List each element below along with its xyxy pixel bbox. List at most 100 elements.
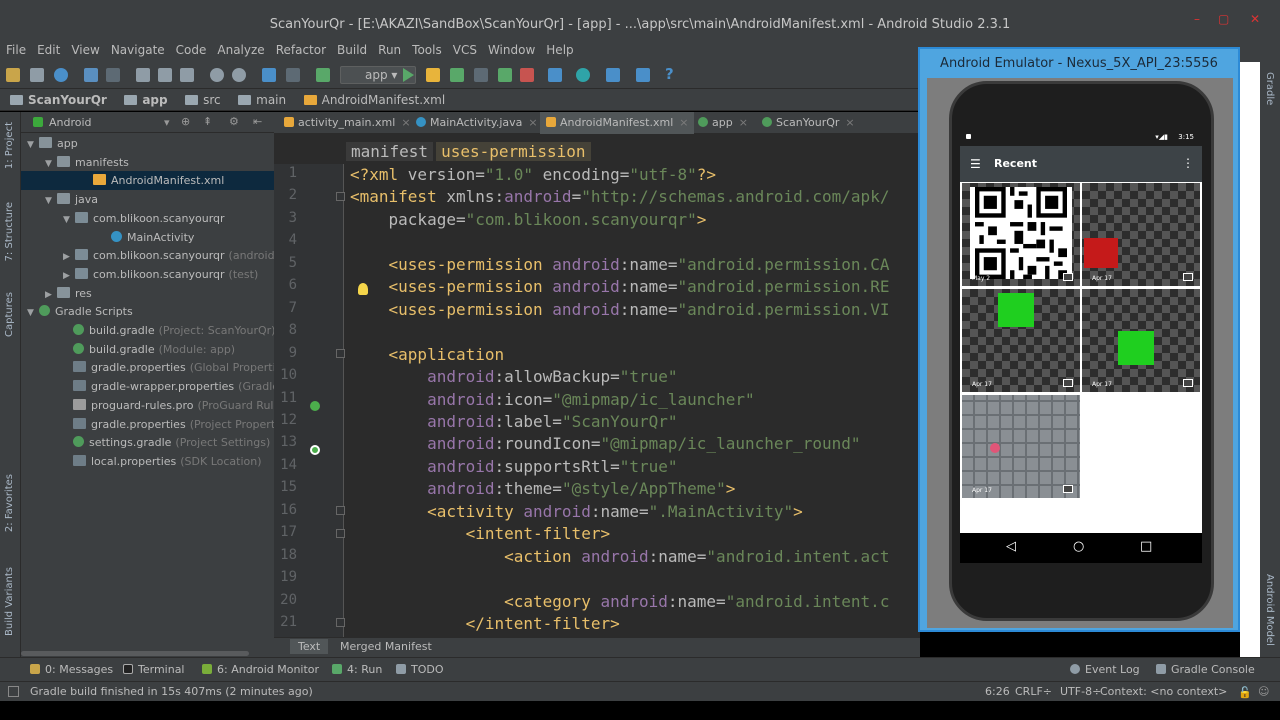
code-line[interactable]: <intent-filter> bbox=[350, 523, 611, 545]
thumbnail-red[interactable]: Apr 17 bbox=[1082, 183, 1200, 286]
breadcrumb-app[interactable]: app bbox=[114, 89, 171, 107]
thumbnail-green-1[interactable]: Apr 17 bbox=[962, 289, 1080, 392]
code-line[interactable]: <manifest xmlns:android="http://schemas.… bbox=[350, 186, 889, 208]
paste-icon[interactable] bbox=[180, 68, 194, 82]
code-line[interactable]: <activity android:name=".MainActivity"> bbox=[350, 501, 803, 523]
code-line[interactable]: <uses-permission android:name="android.p… bbox=[350, 299, 890, 321]
menu-view[interactable]: View bbox=[65, 40, 104, 57]
menu-refactor[interactable]: Refactor bbox=[270, 40, 331, 57]
xml-crumb-uses-permission[interactable]: uses-permission bbox=[436, 142, 591, 161]
menu-run[interactable]: Run bbox=[372, 40, 406, 57]
home-nav-icon[interactable]: ○ bbox=[1073, 539, 1084, 554]
settings-gear-icon[interactable]: ⚙ bbox=[229, 115, 239, 128]
tree-item[interactable]: ▼ Gradle Scripts bbox=[21, 302, 137, 321]
close-tab-icon[interactable]: × bbox=[679, 116, 688, 129]
sync-gradle-icon[interactable] bbox=[576, 68, 590, 82]
scrollbar-thumb[interactable] bbox=[21, 651, 249, 656]
tree-item[interactable]: ▼ manifests bbox=[21, 153, 133, 172]
phone-screen[interactable]: ▾◢▮ 3:15 ☰ Recent ⋮ May 2 Apr 17 Apr 17 … bbox=[960, 130, 1202, 563]
tool-event-log[interactable]: Event Log bbox=[1070, 663, 1140, 676]
code-line[interactable]: <?xml version="1.0" encoding="utf-8"?> bbox=[350, 164, 716, 186]
close-tab-icon[interactable]: × bbox=[845, 116, 854, 129]
run-icon[interactable] bbox=[403, 68, 414, 82]
code-line[interactable]: <uses-permission android:name="android.p… bbox=[350, 254, 890, 276]
stop-icon[interactable] bbox=[520, 68, 534, 82]
menu-code[interactable]: Code bbox=[170, 40, 212, 57]
menu-window[interactable]: Window bbox=[482, 40, 540, 57]
close-tab-icon[interactable]: × bbox=[739, 116, 748, 129]
code-line[interactable]: </intent-filter> bbox=[350, 613, 620, 635]
back-nav-icon[interactable]: ◁ bbox=[1006, 539, 1016, 554]
tool-tab-captures[interactable]: Captures bbox=[4, 292, 15, 337]
tool-tab-favorites[interactable]: 2: Favorites bbox=[4, 474, 15, 532]
tab-merged-manifest[interactable]: Merged Manifest bbox=[340, 640, 432, 653]
code-line[interactable]: <category android:name="android.intent.c bbox=[350, 591, 889, 613]
tool-android-monitor[interactable]: 6: Android Monitor bbox=[202, 663, 319, 676]
launcher-icon[interactable] bbox=[310, 401, 320, 411]
project-structure-icon[interactable] bbox=[606, 68, 620, 82]
help-icon[interactable]: ? bbox=[665, 65, 674, 83]
find-icon[interactable] bbox=[210, 68, 224, 82]
tool-tab-gradle[interactable]: Gradle bbox=[1264, 72, 1275, 105]
hamburger-menu-icon[interactable]: ☰ bbox=[970, 157, 981, 171]
replace-icon[interactable] bbox=[232, 68, 246, 82]
tab-mainactivity[interactable]: MainActivity.java × bbox=[410, 112, 544, 134]
sync-scroll-icon[interactable]: ⊕ bbox=[181, 115, 190, 128]
breadcrumb-project[interactable]: ScanYourQr bbox=[0, 89, 111, 107]
tab-androidmanifest[interactable]: AndroidManifest.xml × bbox=[540, 112, 695, 134]
make-project-icon[interactable] bbox=[316, 68, 330, 82]
code-line[interactable]: android:supportsRtl="true" bbox=[350, 456, 677, 478]
code-line[interactable]: android:roundIcon="@mipmap/ic_launcher_r… bbox=[350, 433, 861, 455]
menu-analyze[interactable]: Analyze bbox=[211, 40, 269, 57]
sdk-manager-icon[interactable] bbox=[636, 68, 650, 82]
view-dropdown-icon[interactable]: ▾ bbox=[164, 116, 170, 129]
apply-changes-icon[interactable] bbox=[426, 68, 440, 82]
project-view-selector[interactable]: Android bbox=[49, 116, 92, 129]
inspector-icon[interactable]: ☺ bbox=[1258, 685, 1269, 698]
tree-item[interactable]: build.gradle (Project: ScanYourQr) bbox=[21, 321, 275, 340]
code-line[interactable]: <application bbox=[350, 344, 505, 366]
save-icon[interactable] bbox=[30, 68, 44, 82]
lock-icon[interactable]: 🔓 bbox=[1238, 686, 1252, 699]
fold-marker-icon[interactable] bbox=[336, 192, 345, 201]
menu-file[interactable]: File bbox=[0, 40, 31, 57]
minimize-button[interactable]: – bbox=[1194, 12, 1200, 26]
line-separator[interactable]: CRLF÷ bbox=[1015, 685, 1052, 698]
tab-text[interactable]: Text bbox=[290, 639, 329, 654]
breadcrumb-src[interactable]: src bbox=[175, 89, 225, 107]
file-encoding[interactable]: UTF-8÷ bbox=[1060, 685, 1101, 698]
thumbnail-keyboard[interactable]: Apr 17 bbox=[962, 395, 1080, 498]
close-button[interactable]: ✕ bbox=[1250, 12, 1260, 26]
undo-icon[interactable] bbox=[84, 68, 98, 82]
fold-marker-icon[interactable] bbox=[336, 618, 345, 627]
code-line[interactable]: <action android:name="android.intent.act bbox=[350, 546, 889, 568]
code-line[interactable]: package="com.blikoon.scanyourqr"> bbox=[350, 209, 707, 231]
tool-gradle-console[interactable]: Gradle Console bbox=[1156, 663, 1255, 676]
fold-marker-icon[interactable] bbox=[336, 349, 345, 358]
menu-edit[interactable]: Edit bbox=[31, 40, 65, 57]
avd-manager-icon[interactable] bbox=[548, 68, 562, 82]
code-line[interactable]: <uses-permission android:name="android.p… bbox=[350, 276, 890, 298]
redo-icon[interactable] bbox=[106, 68, 120, 82]
tab-scanyourqr[interactable]: ScanYourQr × bbox=[756, 112, 861, 134]
tree-item[interactable]: ▼ app bbox=[21, 134, 82, 153]
tree-item[interactable]: ▶ res bbox=[21, 284, 96, 303]
code-line[interactable]: android:theme="@style/AppTheme"> bbox=[350, 478, 735, 500]
tool-tab-build-variants[interactable]: Build Variants bbox=[4, 567, 15, 636]
code-line[interactable]: android:icon="@mipmap/ic_launcher" bbox=[350, 389, 755, 411]
menu-help[interactable]: Help bbox=[540, 40, 578, 57]
project-horizontal-scrollbar[interactable] bbox=[21, 649, 274, 657]
tree-item[interactable]: ▼ java bbox=[21, 190, 102, 209]
tree-item[interactable]: gradle.properties (Project Properties) bbox=[21, 415, 295, 434]
cut-icon[interactable] bbox=[136, 68, 150, 82]
tool-tab-android-model[interactable]: Android Model bbox=[1264, 574, 1275, 646]
tab-activity-main[interactable]: activity_main.xml × bbox=[278, 112, 417, 134]
debug-icon[interactable] bbox=[450, 68, 464, 82]
attach-debugger-icon[interactable] bbox=[498, 68, 512, 82]
tool-tab-structure[interactable]: 7: Structure bbox=[4, 202, 15, 261]
maximize-button[interactable]: ▢ bbox=[1218, 12, 1229, 26]
code-line[interactable]: android:label="ScanYourQr" bbox=[350, 411, 677, 433]
menu-tools[interactable]: Tools bbox=[406, 40, 447, 57]
overflow-menu-icon[interactable]: ⋮ bbox=[1182, 156, 1194, 170]
caret-position[interactable]: 6:26 bbox=[985, 685, 1010, 698]
